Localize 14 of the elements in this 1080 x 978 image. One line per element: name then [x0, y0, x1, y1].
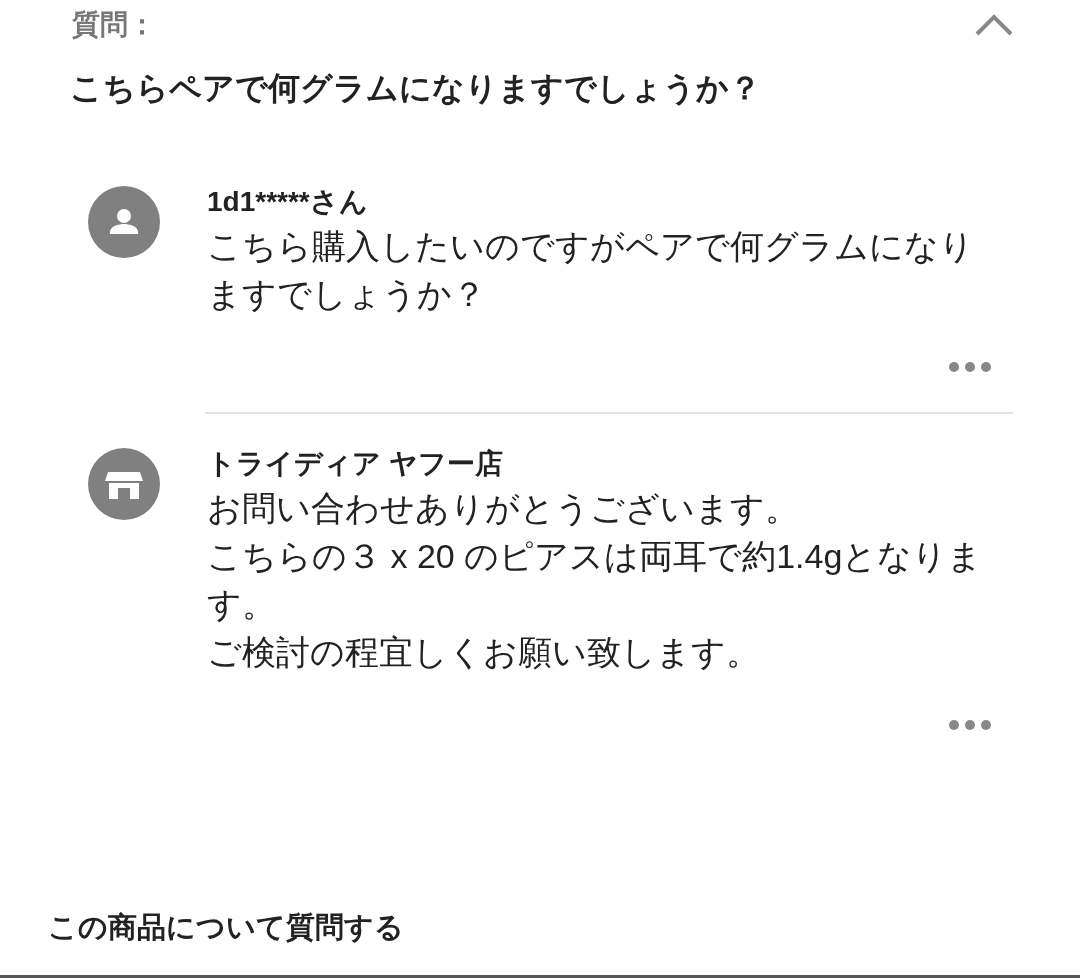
store-avatar-icon — [88, 448, 160, 520]
more-icon[interactable] — [949, 720, 991, 730]
message-text: ご検討の程宜しくお願い致します。 — [207, 632, 761, 673]
user-avatar-icon — [88, 186, 160, 258]
header-label: 質問： — [72, 8, 156, 42]
chevron-up-icon[interactable] — [974, 13, 1014, 37]
author-name: トライディア ヤフー店 — [207, 447, 504, 481]
more-icon[interactable] — [949, 362, 991, 372]
ask-question-link[interactable]: この商品について質問する — [48, 910, 404, 943]
message-text: こちら購入したいのですがペアで何グラムになりますでしょうか？ — [207, 226, 975, 315]
message-text: お問い合わせありがとうございます。 — [207, 488, 800, 529]
message-text: こちらの３ x 20 のピアスは両耳で約1.4gとなります。 — [207, 536, 984, 625]
author-name: 1d1*****さん — [207, 185, 369, 219]
question-title: こちらペアで何グラムになりますでしょうか？ — [69, 69, 762, 108]
